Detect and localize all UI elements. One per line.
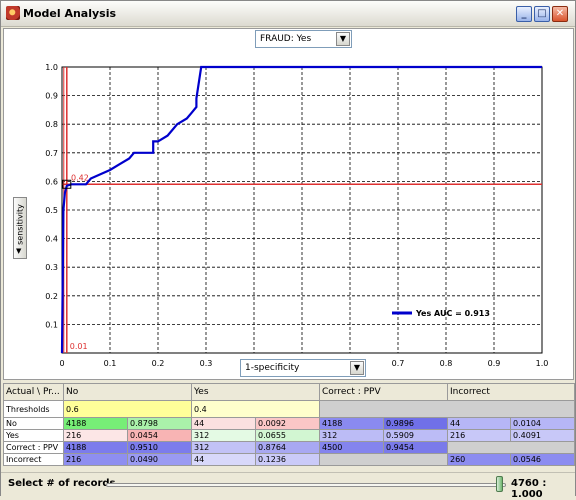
cell-count: 44 [191,417,256,430]
y-tick-label: 0.7 [45,149,58,158]
header-no[interactable]: No [63,383,192,401]
x-tick-label: 0.1 [104,359,117,368]
row-label-yes: Yes [3,429,64,442]
x-tick-label: 0 [59,359,64,368]
target-select-value: FRAUD: Yes [260,34,312,44]
threshold-yes-input[interactable]: 0.4 [191,400,320,418]
y-tick-label: 0.4 [45,235,58,244]
y-tick-label: 0.6 [45,177,58,186]
y-tick-label: 0.9 [45,92,58,101]
app-logo-icon [6,6,20,20]
cell-rate: 0.0104 [510,417,575,430]
cell-count: 216 [447,429,511,442]
roc-chart: 0 0.1 0.2 0.3 0.4 0.5 0.6 0.7 0.8 0.9 1.0 0.1 0.2 0.3… [45,63,549,368]
x-tick-label: 0.7 [392,359,405,368]
threshold-label-x: 0.01 [70,342,88,351]
cell-count: 44 [447,417,511,430]
window-title: Model Analysis [23,7,117,20]
table-row: Correct : PPV 4188 0.9510 312 0.8764 450… [3,441,575,454]
maximize-button[interactable]: □ [534,6,550,22]
table-row: Incorrect 216 0.0490 44 0.1236 260 0.054… [3,453,575,466]
close-button[interactable]: ✕ [552,6,568,22]
cell-count: 44 [191,453,256,466]
x-tick-label: 0.8 [440,359,453,368]
x-axis-select-value: 1-specificity [245,363,300,373]
cell-rate: 0.9510 [127,441,192,454]
x-tick-label: 0.3 [200,359,213,368]
cell-empty [319,453,448,466]
cell-empty [447,441,575,454]
cell-rate: 0.0454 [127,429,192,442]
confusion-matrix-table: Actual \ Pr... No Yes Correct : PPV Inco… [3,383,575,466]
threshold-label-y: 0.42 [71,173,89,182]
cell-count: 216 [63,453,128,466]
cell-count: 4188 [63,441,128,454]
header-actual-predicted[interactable]: Actual \ Pr... [3,383,64,401]
chart-panel: FRAUD: Yes ▼ sensitivity ▼ 00.10.20.30.4… [3,28,574,380]
title-bar[interactable]: Model Analysis _ □ ✕ [1,1,575,27]
threshold-no-input[interactable]: 0.6 [63,400,192,418]
cell-rate: 0.0092 [255,417,320,430]
cell-count: 260 [447,453,511,466]
cell-rate: 0.8764 [255,441,320,454]
status-bar: Select # of records 4760 : 1.000 [1,472,575,500]
cell-count: 312 [319,429,384,442]
threshold-empty [319,400,575,418]
cell-rate: 0.0546 [510,453,575,466]
y-tick-label: 0.5 [45,206,58,215]
y-tick-label: 0.2 [45,292,58,301]
cell-rate: 0.1236 [255,453,320,466]
row-label-incorrect: Incorrect [3,453,64,466]
header-incorrect[interactable]: Incorrect [447,383,575,401]
cell-count: 4188 [319,417,384,430]
records-slider-track[interactable] [106,483,506,487]
records-slider-handle[interactable] [496,476,503,492]
cell-rate: 0.9896 [383,417,448,430]
legend-label: Yes AUC = 0.913 [415,309,490,318]
cell-count: 4500 [319,441,384,454]
cell-count: 4188 [63,417,128,430]
x-tick-label: 0.2 [152,359,165,368]
row-label-no: No [3,417,64,430]
cell-count: 312 [191,429,256,442]
thresholds-label: Thresholds [3,400,64,418]
records-ratio: 4760 : 1.000 [511,478,547,500]
table-row: No 4188 0.8798 44 0.0092 4188 0.9896 44 … [3,417,575,430]
cell-count: 312 [191,441,256,454]
y-tick-label: 0.8 [45,120,58,129]
y-tick-label: 0.3 [45,263,58,272]
cell-rate: 0.5909 [383,429,448,442]
cell-rate: 0.4091 [510,429,575,442]
table-row: Yes 216 0.0454 312 0.0655 312 0.5909 216… [3,429,575,442]
cell-count: 216 [63,429,128,442]
cell-rate: 0.8798 [127,417,192,430]
y-tick-label: 0.1 [45,320,58,329]
cell-rate: 0.0490 [127,453,192,466]
y-tick-label: 1.0 [45,63,58,72]
header-correct-ppv[interactable]: Correct : PPV [319,383,448,401]
minimize-button[interactable]: _ [516,6,532,22]
chevron-down-icon[interactable]: ▼ [350,361,364,375]
x-tick-label: 0.9 [488,359,501,368]
x-axis-select[interactable]: 1-specificity ▼ [240,359,366,377]
cell-rate: 0.0655 [255,429,320,442]
row-label-correct-ppv: Correct : PPV [3,441,64,454]
header-yes[interactable]: Yes [191,383,320,401]
model-analysis-window: Model Analysis _ □ ✕ FRAUD: Yes ▼ sensit… [0,0,576,500]
records-label: Select # of records [8,478,116,489]
cell-rate: 0.9454 [383,441,448,454]
target-select[interactable]: FRAUD: Yes ▼ [255,30,352,48]
chevron-down-icon[interactable]: ▼ [336,32,350,46]
x-tick-label: 1.0 [536,359,549,368]
